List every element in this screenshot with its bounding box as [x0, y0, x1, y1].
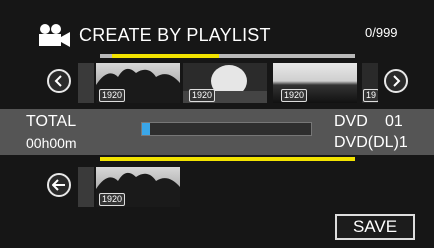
thumbnail-palms[interactable]: 1920: [96, 63, 180, 103]
movie-camera-icon: [36, 24, 72, 48]
resolution-badge: 1920: [281, 89, 308, 102]
save-button[interactable]: SAVE: [335, 214, 415, 240]
capacity-fill: [142, 123, 151, 135]
resolution-badge: 1920: [189, 89, 216, 102]
back-button[interactable]: [47, 173, 71, 197]
disc-count: 01: [385, 113, 403, 130]
chevron-left-icon: [54, 75, 62, 87]
total-time: 00h00m: [26, 135, 77, 151]
capacity-bar: [141, 122, 312, 136]
playlist-bar: [100, 157, 355, 161]
page-title: CREATE BY PLAYLIST: [79, 25, 271, 45]
thumbnail-left-edge[interactable]: [78, 167, 94, 207]
disc-type: DVD: [334, 113, 368, 130]
thumbnail-right-edge[interactable]: 19: [362, 63, 378, 103]
next-button[interactable]: [384, 69, 408, 93]
disc-dl: DVD(DL)1: [334, 134, 408, 151]
prev-button[interactable]: [47, 69, 71, 93]
arrow-left-icon: [52, 179, 65, 191]
chevron-right-icon: [393, 75, 401, 87]
thumbnail-person[interactable]: 1920: [183, 63, 267, 103]
item-counter: 0/999: [365, 25, 398, 40]
total-label: TOTAL: [26, 113, 77, 130]
resolution-badge: 1920: [99, 193, 126, 206]
thumbnail-sea[interactable]: 1920: [273, 63, 357, 103]
thumbnail-left-edge[interactable]: [78, 63, 94, 103]
timeline-selection: [112, 54, 219, 58]
resolution-badge: 1920: [99, 89, 126, 102]
resolution-badge: 19: [363, 89, 378, 102]
playlist-thumbnail[interactable]: 1920: [96, 167, 180, 207]
